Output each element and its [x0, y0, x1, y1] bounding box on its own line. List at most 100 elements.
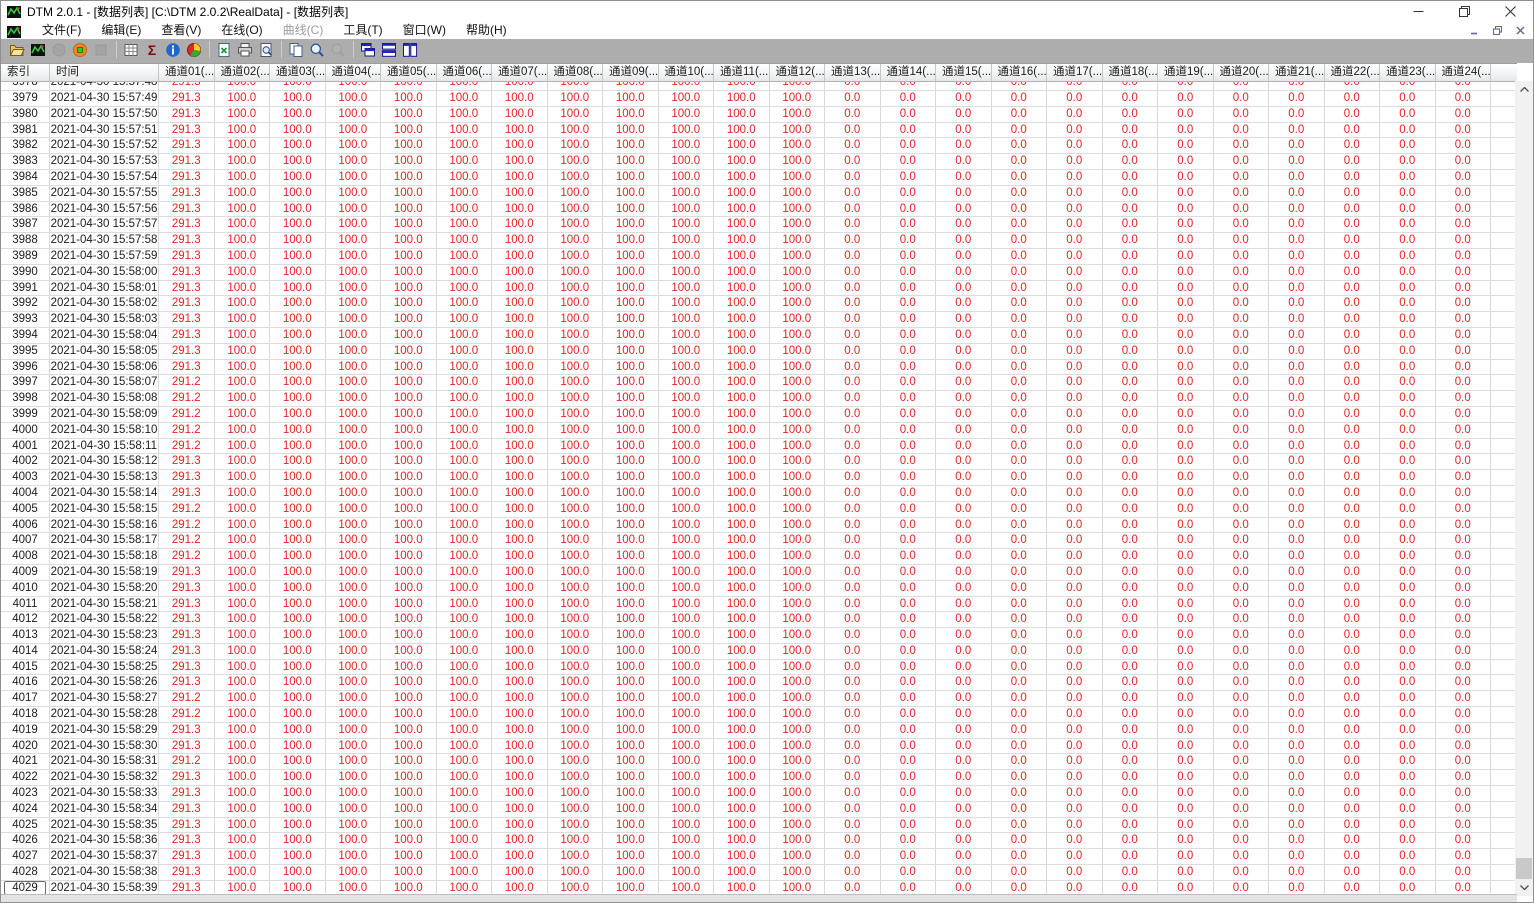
- channel-value-cell[interactable]: 100.0: [381, 343, 437, 360]
- channel-value-cell[interactable]: 100.0: [603, 643, 659, 660]
- channel-value-cell[interactable]: 0.0: [1269, 359, 1325, 376]
- channel-value-cell[interactable]: 0.0: [1102, 470, 1158, 486]
- channel-value-cell[interactable]: 100.0: [603, 501, 659, 518]
- channel-value-cell[interactable]: 0.0: [1047, 264, 1103, 281]
- copy-icon[interactable]: [286, 41, 306, 59]
- index-cell[interactable]: 4024: [1, 801, 50, 818]
- channel-value-cell[interactable]: 100.0: [492, 833, 548, 850]
- channel-value-cell[interactable]: 0.0: [1324, 91, 1380, 107]
- channel-value-cell[interactable]: 0.0: [1158, 454, 1214, 471]
- channel-value-cell[interactable]: 100.0: [714, 375, 770, 392]
- index-cell[interactable]: 4000: [1, 422, 50, 439]
- channel-value-cell[interactable]: 0.0: [1269, 169, 1325, 186]
- channel-value-cell[interactable]: 100.0: [658, 454, 714, 471]
- channel-value-cell[interactable]: 100.0: [603, 91, 659, 107]
- channel-value-cell[interactable]: 0.0: [1435, 106, 1491, 123]
- channel-value-cell[interactable]: 100.0: [603, 817, 659, 834]
- channel-value-cell[interactable]: 0.0: [1047, 865, 1103, 881]
- channel-value-cell[interactable]: 0.0: [1047, 406, 1103, 423]
- channel-value-cell[interactable]: 0.0: [1213, 470, 1269, 486]
- channel-value-cell[interactable]: 0.0: [1380, 817, 1436, 834]
- channel-value-cell[interactable]: 0.0: [880, 312, 936, 328]
- channel-value-cell[interactable]: 0.0: [1158, 754, 1214, 771]
- channel-value-cell[interactable]: 100.0: [214, 233, 270, 249]
- channel-value-cell[interactable]: 100.0: [492, 628, 548, 644]
- index-cell[interactable]: 4020: [1, 738, 50, 755]
- channel-value-cell[interactable]: 100.0: [325, 82, 381, 91]
- channel-value-cell[interactable]: 0.0: [1158, 738, 1214, 755]
- channel-value-cell[interactable]: 100.0: [436, 580, 492, 597]
- channel-value-cell[interactable]: 0.0: [1047, 391, 1103, 407]
- channel-value-cell[interactable]: 100.0: [214, 770, 270, 787]
- channel-value-cell[interactable]: 100.0: [325, 138, 381, 155]
- channel-value-cell[interactable]: 0.0: [1324, 391, 1380, 407]
- channel-value-cell[interactable]: 0.0: [1102, 106, 1158, 123]
- channel-value-cell[interactable]: 0.0: [1047, 422, 1103, 439]
- channel-value-cell[interactable]: 100.0: [769, 549, 825, 565]
- channel-value-cell[interactable]: 100.0: [492, 422, 548, 439]
- channel-value-cell[interactable]: 100.0: [381, 280, 437, 297]
- channel-value-cell[interactable]: 291.3: [159, 248, 215, 265]
- channel-value-cell[interactable]: 0.0: [1102, 643, 1158, 660]
- channel-value-cell[interactable]: 291.3: [159, 485, 215, 502]
- channel-value-cell[interactable]: 100.0: [603, 691, 659, 708]
- channel-value-cell[interactable]: 100.0: [603, 217, 659, 234]
- channel-value-cell[interactable]: 0.0: [1102, 770, 1158, 787]
- channel-value-cell[interactable]: 100.0: [492, 454, 548, 471]
- channel-value-cell[interactable]: 0.0: [1102, 391, 1158, 407]
- channel-value-cell[interactable]: 100.0: [658, 296, 714, 313]
- menu-窗口[interactable]: 窗口(W): [393, 22, 456, 39]
- channel-value-cell[interactable]: 100.0: [714, 82, 770, 91]
- time-cell[interactable]: 2021-04-30 15:58:02: [50, 296, 159, 313]
- channel-value-cell[interactable]: 100.0: [270, 675, 326, 692]
- channel-value-cell[interactable]: 100.0: [714, 264, 770, 281]
- channel-value-cell[interactable]: 0.0: [1158, 138, 1214, 155]
- channel-value-cell[interactable]: 100.0: [769, 375, 825, 392]
- channel-value-cell[interactable]: 0.0: [1324, 643, 1380, 660]
- channel-value-cell[interactable]: 0.0: [1380, 849, 1436, 866]
- channel-value-cell[interactable]: 100.0: [325, 217, 381, 234]
- index-cell[interactable]: 4002: [1, 454, 50, 471]
- channel-value-cell[interactable]: 0.0: [1213, 169, 1269, 186]
- channel-value-cell[interactable]: 100.0: [603, 517, 659, 534]
- channel-value-cell[interactable]: 100.0: [325, 501, 381, 518]
- channel-value-cell[interactable]: 0.0: [1102, 264, 1158, 281]
- time-cell[interactable]: 2021-04-30 15:57:53: [50, 154, 159, 170]
- channel-value-cell[interactable]: 0.0: [1213, 264, 1269, 281]
- channel-value-cell[interactable]: 100.0: [214, 580, 270, 597]
- channel-value-cell[interactable]: 100.0: [325, 154, 381, 170]
- channel-value-cell[interactable]: 0.0: [936, 82, 992, 91]
- channel-value-cell[interactable]: 0.0: [936, 564, 992, 581]
- channel-value-cell[interactable]: 100.0: [436, 691, 492, 708]
- channel-value-cell[interactable]: 100.0: [325, 296, 381, 313]
- channel-value-cell[interactable]: 0.0: [825, 738, 881, 755]
- channel-value-cell[interactable]: 100.0: [381, 659, 437, 676]
- channel-value-cell[interactable]: 100.0: [547, 596, 603, 613]
- channel-value-cell[interactable]: 0.0: [1324, 849, 1380, 866]
- channel-value-cell[interactable]: 100.0: [270, 169, 326, 186]
- channel-value-cell[interactable]: 0.0: [880, 722, 936, 739]
- channel-value-cell[interactable]: 0.0: [1102, 422, 1158, 439]
- channel-value-cell[interactable]: 0.0: [1047, 722, 1103, 739]
- channel-value-cell[interactable]: 0.0: [1269, 849, 1325, 866]
- channel-value-cell[interactable]: 0.0: [1158, 643, 1214, 660]
- channel-value-cell[interactable]: 291.2: [159, 406, 215, 423]
- channel-value-cell[interactable]: 100.0: [769, 343, 825, 360]
- channel-value-cell[interactable]: 100.0: [436, 296, 492, 313]
- channel-value-cell[interactable]: 100.0: [214, 659, 270, 676]
- channel-value-cell[interactable]: 0.0: [1158, 248, 1214, 265]
- channel-value-cell[interactable]: 100.0: [270, 628, 326, 644]
- channel-value-cell[interactable]: 0.0: [1324, 612, 1380, 629]
- index-cell[interactable]: 4009: [1, 564, 50, 581]
- channel-value-cell[interactable]: 0.0: [936, 643, 992, 660]
- channel-value-cell[interactable]: 0.0: [1102, 201, 1158, 218]
- index-cell[interactable]: 3992: [1, 296, 50, 313]
- channel-value-cell[interactable]: 0.0: [825, 707, 881, 723]
- channel-value-cell[interactable]: 0.0: [991, 533, 1047, 550]
- channel-value-cell[interactable]: 100.0: [714, 154, 770, 170]
- channel-value-cell[interactable]: 0.0: [1047, 154, 1103, 170]
- channel-value-cell[interactable]: 0.0: [825, 406, 881, 423]
- channel-value-cell[interactable]: 100.0: [381, 643, 437, 660]
- channel-value-cell[interactable]: 100.0: [658, 501, 714, 518]
- channel-value-cell[interactable]: 291.3: [159, 770, 215, 787]
